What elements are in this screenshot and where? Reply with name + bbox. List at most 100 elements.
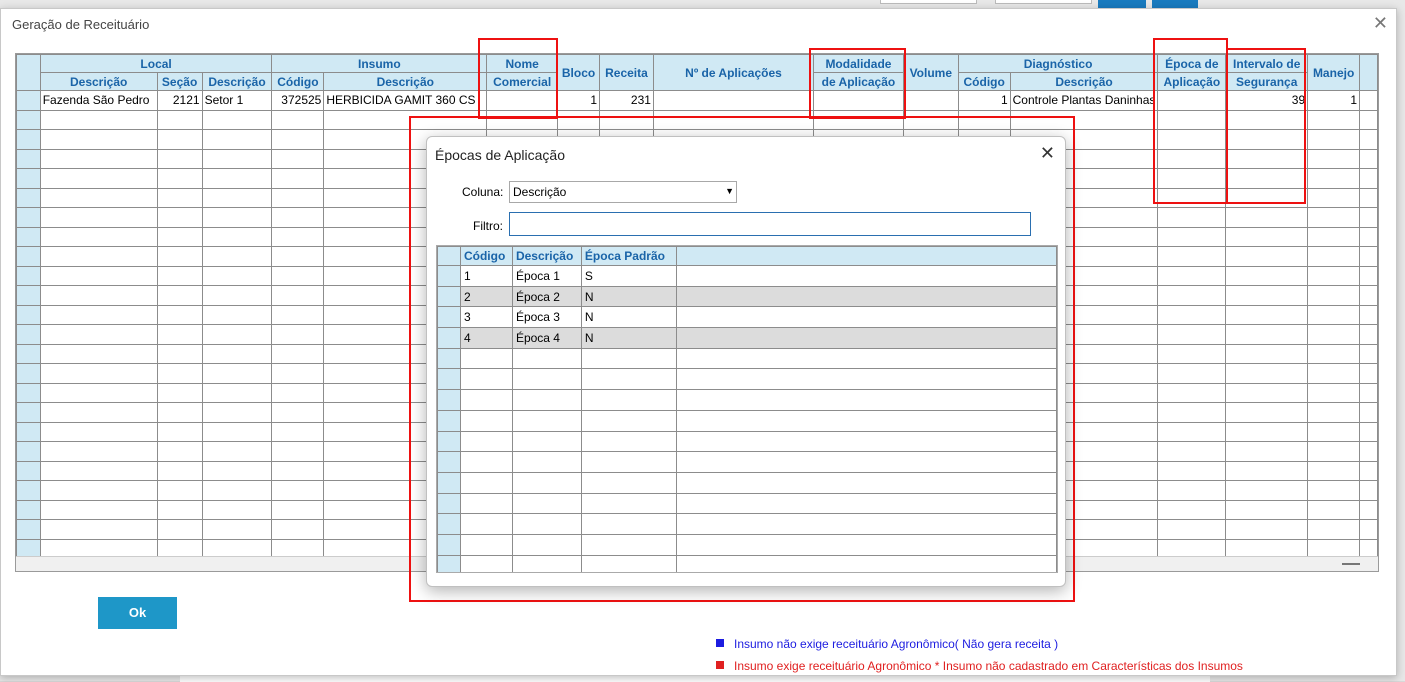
table-cell[interactable] — [1359, 285, 1378, 306]
scroll-thumb[interactable] — [1342, 563, 1360, 565]
cell-codigo[interactable]: 4 — [459, 327, 513, 349]
table-cell[interactable] — [1157, 148, 1227, 169]
table-cell[interactable] — [16, 343, 41, 364]
table-cell[interactable] — [201, 382, 273, 403]
table-cell[interactable] — [1307, 460, 1361, 481]
table-cell[interactable] — [201, 226, 273, 247]
table-cell[interactable] — [156, 343, 203, 364]
table-cell[interactable] — [201, 480, 273, 501]
table-cell[interactable] — [156, 246, 203, 267]
row-indicator[interactable] — [16, 90, 41, 111]
table-cell[interactable] — [156, 363, 203, 384]
cell-descricao[interactable] — [511, 471, 582, 494]
table-cell[interactable] — [39, 402, 158, 423]
row-indicator[interactable] — [437, 389, 461, 411]
table-cell[interactable] — [1359, 519, 1378, 540]
table-cell[interactable] — [557, 109, 601, 130]
cell-descricao[interactable] — [511, 492, 582, 515]
table-cell[interactable] — [271, 499, 325, 520]
table-cell[interactable] — [271, 304, 325, 325]
table-cell[interactable] — [1225, 421, 1309, 442]
cell-fill[interactable] — [675, 327, 1057, 349]
table-cell[interactable] — [1359, 343, 1378, 364]
table-cell[interactable] — [1359, 363, 1378, 384]
cell-codigo[interactable] — [459, 533, 513, 556]
cell-codigo[interactable] — [459, 513, 513, 535]
cell-descricao[interactable] — [511, 368, 582, 391]
table-cell[interactable] — [1157, 226, 1227, 247]
table-cell[interactable] — [39, 519, 158, 540]
table-cell[interactable] — [1225, 207, 1309, 228]
list-item[interactable] — [437, 368, 1057, 391]
cell-padrao[interactable] — [580, 409, 677, 432]
table-cell[interactable] — [271, 343, 325, 364]
table-cell[interactable] — [39, 109, 158, 130]
table-cell[interactable] — [1157, 324, 1227, 345]
table-cell[interactable] — [1359, 226, 1378, 247]
cell-padrao[interactable] — [580, 389, 677, 411]
cell-fill[interactable] — [675, 306, 1057, 329]
row-indicator[interactable] — [437, 347, 461, 370]
cell-fill[interactable] — [675, 554, 1057, 572]
table-cell[interactable] — [271, 324, 325, 345]
table-cell[interactable] — [1157, 343, 1227, 364]
cell-descricao[interactable] — [511, 533, 582, 556]
table-cell[interactable] — [156, 519, 203, 540]
table-cell[interactable] — [39, 363, 158, 384]
table-cell[interactable] — [1225, 265, 1309, 286]
cell-fill[interactable] — [675, 430, 1057, 453]
table-cell[interactable] — [1157, 187, 1227, 208]
cell-fill[interactable] — [675, 389, 1057, 411]
cell-descricao[interactable] — [511, 409, 582, 432]
row-indicator[interactable] — [437, 430, 461, 453]
table-cell[interactable] — [201, 207, 273, 228]
table-cell[interactable] — [1157, 499, 1227, 520]
cell-padrao[interactable]: N — [580, 327, 677, 349]
cell-padrao[interactable] — [580, 492, 677, 515]
table-cell[interactable] — [1359, 168, 1378, 189]
table-cell[interactable] — [1307, 324, 1361, 345]
row-indicator[interactable] — [437, 265, 461, 287]
list-item[interactable] — [437, 513, 1057, 535]
table-cell[interactable] — [1009, 109, 1159, 130]
table-cell[interactable] — [201, 285, 273, 306]
table-cell[interactable] — [1157, 519, 1227, 540]
table-cell[interactable] — [39, 499, 158, 520]
table-cell[interactable] — [271, 285, 325, 306]
table-cell[interactable] — [16, 246, 41, 267]
table-cell[interactable] — [39, 480, 158, 501]
cell-local-descricao[interactable]: Fazenda São Pedro — [39, 90, 158, 111]
table-cell[interactable] — [1307, 129, 1361, 150]
table-cell[interactable] — [271, 460, 325, 481]
cell-fill[interactable] — [675, 368, 1057, 391]
cell-descricao[interactable]: Época 2 — [511, 285, 582, 308]
cell-fill[interactable] — [675, 471, 1057, 494]
table-cell[interactable] — [1225, 168, 1309, 189]
row-indicator[interactable] — [437, 513, 461, 535]
table-cell[interactable] — [201, 499, 273, 520]
table-cell[interactable] — [39, 460, 158, 481]
row-indicator[interactable] — [437, 409, 461, 432]
table-cell[interactable] — [1359, 441, 1378, 462]
table-cell[interactable] — [1225, 343, 1309, 364]
cell-padrao[interactable] — [580, 471, 677, 494]
table-cell[interactable] — [271, 109, 325, 130]
table-cell[interactable] — [1225, 402, 1309, 423]
table-cell[interactable] — [201, 402, 273, 423]
cell-n-aplicacoes[interactable] — [652, 90, 815, 111]
table-cell[interactable] — [1225, 246, 1309, 267]
table-cell[interactable] — [16, 519, 41, 540]
list-item[interactable] — [437, 389, 1057, 411]
table-cell[interactable] — [1307, 421, 1361, 442]
table-cell[interactable] — [201, 148, 273, 169]
table-cell[interactable] — [1307, 109, 1361, 130]
list-item[interactable]: 4 Época 4N — [437, 327, 1057, 349]
table-cell[interactable] — [201, 460, 273, 481]
table-cell[interactable] — [201, 187, 273, 208]
table-cell[interactable] — [271, 265, 325, 286]
table-cell[interactable] — [1307, 304, 1361, 325]
cell-receita[interactable]: 231 — [599, 90, 654, 111]
table-cell[interactable] — [39, 441, 158, 462]
cell-descricao[interactable]: Época 4 — [511, 327, 582, 349]
table-cell[interactable] — [156, 187, 203, 208]
